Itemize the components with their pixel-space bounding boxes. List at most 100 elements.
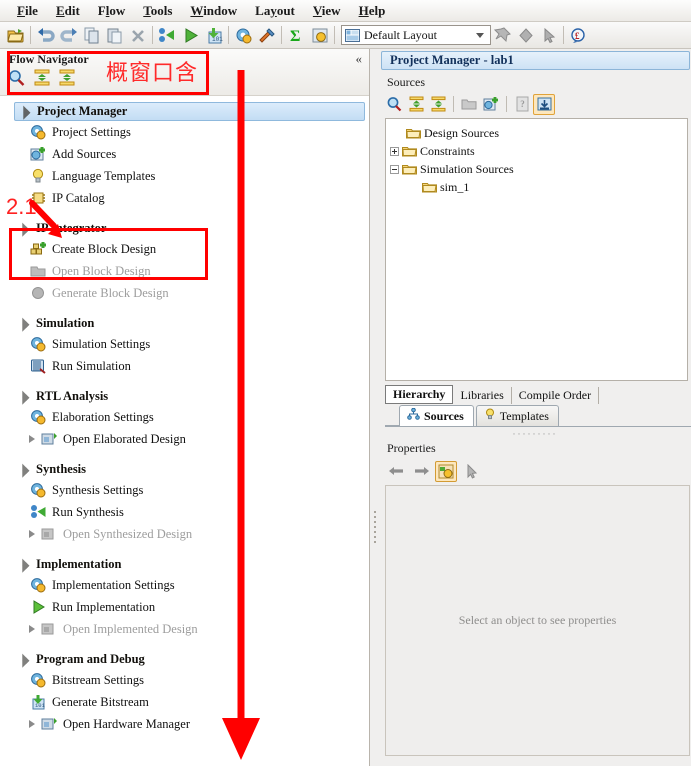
menu-file-label: ile xyxy=(24,2,38,18)
menu-layout[interactable]: Layout xyxy=(246,2,304,20)
layout-combo[interactable]: Default Layout xyxy=(341,25,491,45)
nav-item-open-synthesized-design[interactable]: Open Synthesized Design xyxy=(0,523,369,545)
tab-templates[interactable]: Templates xyxy=(475,405,559,426)
copy-icon[interactable] xyxy=(80,24,103,47)
collapse-pane-icon[interactable]: « xyxy=(356,51,363,67)
nav-item-implementation-settings[interactable]: Implementation Settings xyxy=(0,574,369,596)
pane-splitter[interactable] xyxy=(372,508,377,550)
menu-view[interactable]: View xyxy=(304,2,350,20)
nav-item-label: Generate Bitstream xyxy=(52,694,149,709)
add-sources-icon[interactable] xyxy=(480,94,502,115)
tab-libraries[interactable]: Libraries xyxy=(453,387,512,404)
nav-item-generate-bitstream[interactable]: 101 Generate Bitstream xyxy=(0,691,369,713)
tree-item-design-sources[interactable]: Design Sources xyxy=(390,124,687,142)
tab-compile-order[interactable]: Compile Order xyxy=(512,387,600,404)
section-label: Project Manager xyxy=(37,104,128,118)
nav-item-open-hardware-manager[interactable]: Open Hardware Manager xyxy=(0,713,369,735)
cursor-icon[interactable] xyxy=(537,24,560,47)
project-settings-icon[interactable] xyxy=(232,24,255,47)
expand-all-icon[interactable] xyxy=(427,94,449,115)
sum-report-icon[interactable]: Σ xyxy=(285,24,308,47)
run-synthesis-icon[interactable] xyxy=(156,24,179,47)
run-implementation-icon[interactable] xyxy=(179,24,202,47)
section-program-and-debug[interactable]: Program and Debug xyxy=(14,650,367,669)
nav-item-add-sources[interactable]: Add Sources xyxy=(0,143,369,165)
panel-resize-grip[interactable]: ········· xyxy=(379,429,691,439)
tree-item-sim-1[interactable]: sim_1 xyxy=(390,178,687,196)
nav-item-generate-block-design[interactable]: Generate Block Design xyxy=(0,282,369,304)
toolbar-separator xyxy=(152,26,153,44)
section-project-manager[interactable]: Project Manager xyxy=(14,102,365,121)
nav-item-project-settings[interactable]: Project Settings xyxy=(0,121,369,143)
collapse-all-icon[interactable] xyxy=(33,69,51,86)
tools-settings-icon[interactable] xyxy=(255,24,278,47)
nav-item-open-implemented-design[interactable]: Open Implemented Design xyxy=(0,618,369,640)
pin-icon[interactable] xyxy=(491,24,514,47)
save-icon[interactable] xyxy=(533,93,555,115)
open-file-icon[interactable] xyxy=(458,94,480,115)
svg-text:Σ: Σ xyxy=(290,28,300,44)
delete-icon[interactable] xyxy=(126,24,149,47)
nav-item-elaboration-settings[interactable]: Elaboration Settings xyxy=(0,406,369,428)
lightbulb-icon xyxy=(30,168,47,184)
properties-icon[interactable]: ? xyxy=(511,94,533,115)
chevron-right-icon[interactable] xyxy=(29,720,35,728)
section-synthesis[interactable]: Synthesis xyxy=(14,460,367,479)
generate-bitstream-icon[interactable]: 101 xyxy=(202,24,225,47)
back-arrow-icon[interactable] xyxy=(385,461,407,482)
chevron-right-icon[interactable] xyxy=(29,625,35,633)
sources-tree[interactable]: Design Sources Constraints Simulation So… xyxy=(385,118,688,381)
tree-item-constraints[interactable]: Constraints xyxy=(390,142,687,160)
nav-item-create-block-design[interactable]: Create Block Design xyxy=(0,238,369,260)
undo-icon[interactable] xyxy=(34,24,57,47)
help-search-icon[interactable]: £ xyxy=(567,24,590,47)
expand-plus-icon[interactable] xyxy=(390,146,399,156)
nav-item-bitstream-settings[interactable]: Bitstream Settings xyxy=(0,669,369,691)
cursor-icon[interactable] xyxy=(460,461,482,482)
chevron-right-icon[interactable] xyxy=(29,435,35,443)
menu-help[interactable]: Help xyxy=(350,2,395,20)
nav-item-run-implementation[interactable]: Run Implementation xyxy=(0,596,369,618)
forward-arrow-icon[interactable] xyxy=(410,461,432,482)
section-simulation[interactable]: Simulation xyxy=(14,314,367,333)
nav-item-open-block-design[interactable]: Open Block Design xyxy=(0,260,369,282)
search-icon[interactable] xyxy=(8,69,26,86)
menu-file[interactable]: File xyxy=(8,2,47,20)
menu-flow[interactable]: Flow xyxy=(89,2,134,20)
menu-tools[interactable]: Tools xyxy=(134,2,181,20)
collapse-all-icon[interactable] xyxy=(405,94,427,115)
nav-item-run-simulation[interactable]: Run Simulation xyxy=(0,355,369,377)
marker-icon[interactable] xyxy=(514,24,537,47)
layout-icon xyxy=(345,28,360,42)
expander-icon xyxy=(15,222,30,237)
options-icon[interactable] xyxy=(308,24,331,47)
section-implementation[interactable]: Implementation xyxy=(14,555,367,574)
nav-item-run-synthesis[interactable]: Run Synthesis xyxy=(0,501,369,523)
paste-icon[interactable] xyxy=(103,24,126,47)
chevron-right-icon[interactable] xyxy=(29,530,35,538)
open-design-icon xyxy=(41,526,58,542)
properties-icon[interactable] xyxy=(435,460,457,482)
nav-item-ip-catalog[interactable]: IP Catalog xyxy=(0,187,369,209)
nav-item-open-elaborated-design[interactable]: Open Elaborated Design xyxy=(0,428,369,450)
section-rtl-analysis[interactable]: RTL Analysis xyxy=(14,387,367,406)
tab-leading-edge xyxy=(385,407,399,426)
menu-window[interactable]: Window xyxy=(181,2,246,20)
open-project-icon[interactable] xyxy=(4,24,27,47)
toolbar-separator xyxy=(228,26,229,44)
tab-sources[interactable]: Sources xyxy=(399,405,474,426)
menu-edit[interactable]: Edit xyxy=(47,2,89,20)
nav-item-label: Project Settings xyxy=(52,124,131,139)
svg-text:?: ? xyxy=(520,99,525,109)
redo-icon[interactable] xyxy=(57,24,80,47)
expand-all-icon[interactable] xyxy=(58,69,76,86)
chevron-down-icon[interactable] xyxy=(476,32,484,38)
tree-item-simulation-sources[interactable]: Simulation Sources xyxy=(390,160,687,178)
section-ip-integrator[interactable]: IP Integrator xyxy=(14,219,367,238)
nav-item-simulation-settings[interactable]: Simulation Settings xyxy=(0,333,369,355)
tab-hierarchy[interactable]: Hierarchy xyxy=(385,385,454,404)
search-icon[interactable] xyxy=(383,94,405,115)
nav-item-language-templates[interactable]: Language Templates xyxy=(0,165,369,187)
nav-item-synthesis-settings[interactable]: Synthesis Settings xyxy=(0,479,369,501)
collapse-minus-icon[interactable] xyxy=(390,164,399,174)
